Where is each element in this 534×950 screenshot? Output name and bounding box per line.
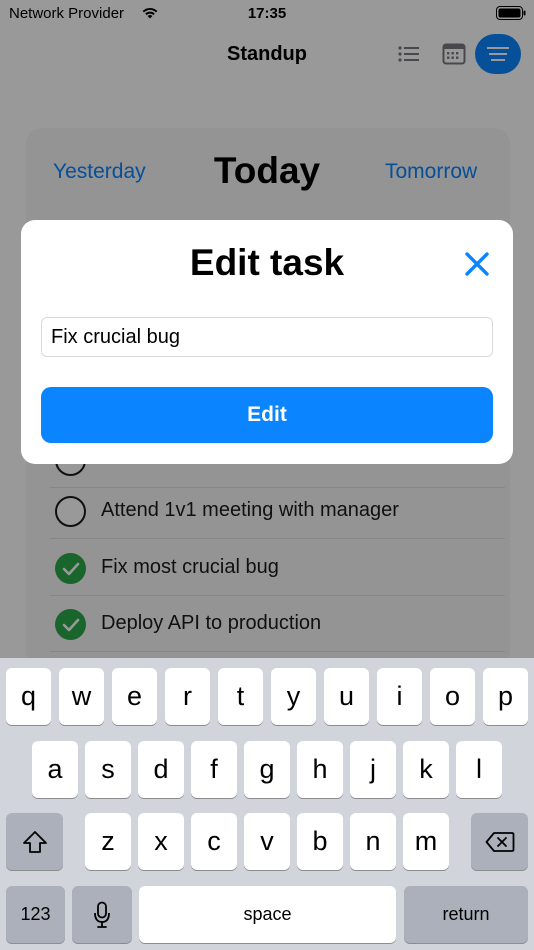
edit-button[interactable]: Edit [41, 387, 493, 443]
space-key[interactable]: space [139, 886, 396, 943]
key-f[interactable]: f [191, 741, 237, 798]
delete-key[interactable] [471, 813, 528, 870]
key-b[interactable]: b [297, 813, 343, 870]
key-z[interactable]: z [85, 813, 131, 870]
key-g[interactable]: g [244, 741, 290, 798]
shift-icon [22, 830, 47, 853]
close-icon[interactable] [461, 248, 493, 280]
key-w[interactable]: w [59, 668, 104, 725]
return-key[interactable]: return [404, 886, 528, 943]
key-i[interactable]: i [377, 668, 422, 725]
key-r[interactable]: r [165, 668, 210, 725]
dictation-key[interactable] [72, 886, 132, 943]
key-x[interactable]: x [138, 813, 184, 870]
key-y[interactable]: y [271, 668, 316, 725]
key-v[interactable]: v [244, 813, 290, 870]
key-n[interactable]: n [350, 813, 396, 870]
microphone-icon [94, 901, 110, 928]
key-k[interactable]: k [403, 741, 449, 798]
numbers-key[interactable]: 123 [6, 886, 65, 943]
key-o[interactable]: o [430, 668, 475, 725]
key-d[interactable]: d [138, 741, 184, 798]
key-u[interactable]: u [324, 668, 369, 725]
keyboard: q w e r t y u i o p a s d f g h j k l z … [0, 658, 534, 950]
key-t[interactable]: t [218, 668, 263, 725]
key-s[interactable]: s [85, 741, 131, 798]
key-c[interactable]: c [191, 813, 237, 870]
key-h[interactable]: h [297, 741, 343, 798]
key-e[interactable]: e [112, 668, 157, 725]
key-a[interactable]: a [32, 741, 78, 798]
modal-title: Edit task [189, 242, 345, 283]
key-m[interactable]: m [403, 813, 449, 870]
key-j[interactable]: j [350, 741, 396, 798]
shift-key[interactable] [6, 813, 63, 870]
backspace-icon [485, 831, 514, 852]
key-l[interactable]: l [456, 741, 502, 798]
key-p[interactable]: p [483, 668, 528, 725]
key-q[interactable]: q [6, 668, 51, 725]
task-name-input[interactable] [41, 317, 493, 357]
edit-task-modal: Edit task Edit [21, 220, 513, 464]
